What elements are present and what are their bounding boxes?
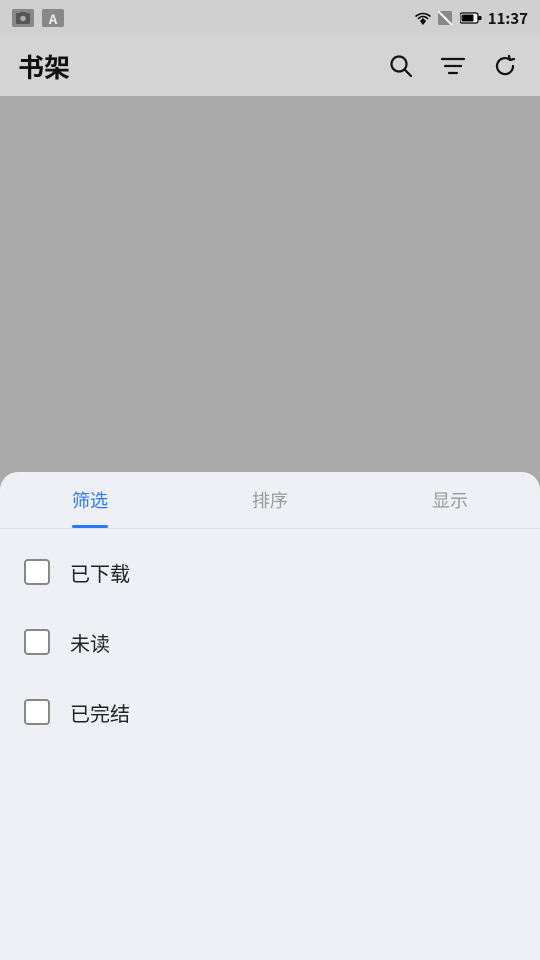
main-content	[0, 96, 540, 466]
status-bar-right: 11:37	[414, 8, 528, 29]
refresh-icon	[492, 53, 518, 79]
wifi-icon	[414, 11, 432, 25]
clock: 11:37	[488, 8, 528, 29]
status-bar-left: A	[12, 9, 64, 27]
refresh-button[interactable]	[488, 49, 522, 83]
app-bar: 书架	[0, 36, 540, 96]
font-icon: A	[42, 9, 64, 27]
filter-option-downloaded[interactable]: 已下载	[24, 537, 516, 607]
bottom-sheet: 筛选 排序 显示 已下载 未读 已完结	[0, 472, 540, 960]
app-bar-actions	[384, 49, 522, 83]
label-unread: 未读	[70, 628, 110, 657]
status-bar: A 11:37	[0, 0, 540, 36]
filter-option-completed[interactable]: 已完结	[24, 677, 516, 747]
checkbox-unread[interactable]	[24, 629, 50, 655]
label-downloaded: 已下载	[70, 558, 130, 587]
filter-options-list: 已下载 未读 已完结	[0, 529, 540, 755]
page-title: 书架	[18, 48, 384, 85]
checkbox-completed[interactable]	[24, 699, 50, 725]
tab-bar: 筛选 排序 显示	[0, 472, 540, 529]
battery-icon	[460, 12, 482, 24]
checkbox-downloaded[interactable]	[24, 559, 50, 585]
filter-button[interactable]	[436, 51, 470, 81]
filter-icon	[440, 55, 466, 77]
filter-option-unread[interactable]: 未读	[24, 607, 516, 677]
photo-icon	[12, 9, 34, 27]
tab-sort[interactable]: 排序	[180, 472, 360, 528]
label-completed: 已完结	[70, 698, 130, 727]
search-icon	[388, 53, 414, 79]
tab-filter[interactable]: 筛选	[0, 472, 180, 528]
tab-display[interactable]: 显示	[360, 472, 540, 528]
search-button[interactable]	[384, 49, 418, 83]
signal-icon	[438, 11, 454, 25]
